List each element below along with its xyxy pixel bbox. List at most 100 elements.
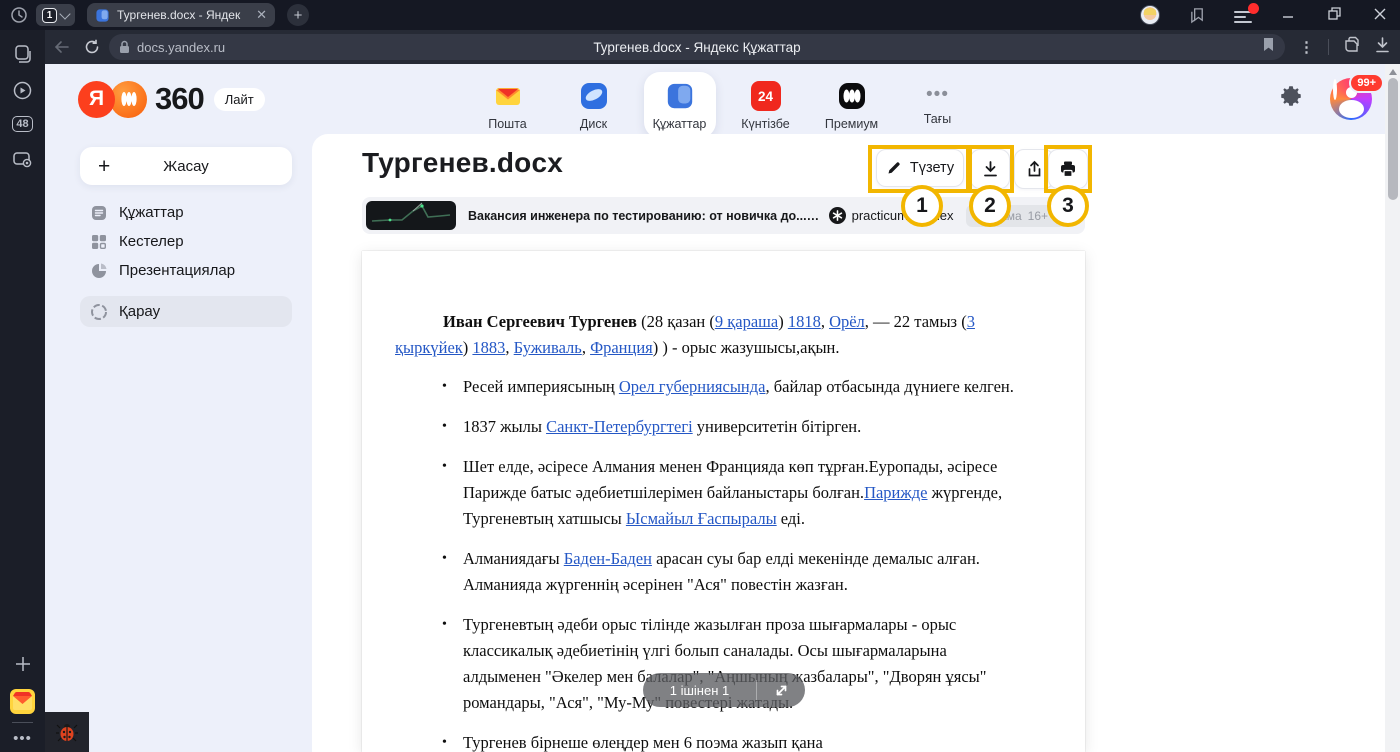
settings-gear-icon[interactable] [1278,83,1304,116]
browser-profile-avatar[interactable] [1140,5,1160,25]
doc-text: Ресей империясының [463,377,619,396]
doc-hyperlink[interactable]: Орел губерниясында [619,377,766,396]
doc-text: (28 қазан ( [637,312,715,331]
close-window-button[interactable] [1370,7,1390,23]
mail-sidebar-icon[interactable] [0,688,45,715]
doc-list-item: • Тургенев бірнеше өлеңдер мен 6 поэма жа… [395,730,1021,752]
bookmark-icon[interactable] [1262,37,1275,57]
docs-app-icon [664,80,696,112]
doc-list-item: •Алманиядағы Баден-Баден арасан суы бар … [395,546,1021,598]
doc-hyperlink[interactable]: Санкт-Петербургтегі [546,417,693,436]
new-tab-button[interactable]: + [287,4,309,26]
more-panel-icon[interactable]: ••• [0,730,45,747]
doc-text: , байлар отбасында дүниеге келген. [765,377,1013,396]
pie-chart-icon [90,262,108,280]
doc-hyperlink[interactable]: 1818 [788,312,821,331]
doc-text: , [505,338,513,357]
ad-thumbnail [366,201,456,230]
app-header: Я 360 Лайт Пошта [45,64,1400,134]
yandex360-logo[interactable]: Я 360 Лайт [78,81,265,118]
restore-button[interactable] [1324,7,1344,23]
fullscreen-expand-icon[interactable] [757,683,805,698]
app-mail[interactable]: Пошта [472,72,544,131]
doc-text: Алманиядағы [463,549,564,568]
sidebar-item-tables[interactable]: Кестелер [80,227,292,256]
sidebar-item-docs[interactable]: Құжаттар [80,198,292,227]
disk-app-icon [578,80,610,112]
create-button[interactable]: + Жасау [80,147,292,185]
mail-app-icon [492,80,524,112]
browser-menu-icon[interactable] [1234,8,1252,22]
collections-icon[interactable] [1343,36,1361,58]
brand-number: 360 [155,81,204,117]
bug-overlay-icon[interactable] [45,712,89,752]
tab-title: Тургенев.docx - Яндек [117,8,249,22]
docs-sidebar: + Жасау Құжаттар [45,134,312,752]
more-apps-icon: ••• [926,90,949,100]
url-bar[interactable]: docs.yandex.ru Тургенев.docx - Яндекс Құ… [109,34,1285,60]
tab-turgenev[interactable]: Тургенев.docx - Яндек ✕ [87,3,275,27]
scrollbar-thumb[interactable] [1388,78,1398,200]
video-icon[interactable] [0,80,45,101]
scrollbar-up-arrow[interactable] [1389,69,1397,75]
document-icon [90,204,108,222]
app-calendar[interactable]: 24 Күнтізбе [730,72,802,131]
page-indicator-text: 1 ішінен 1 [643,683,756,698]
doc-hyperlink[interactable]: 1883 [472,338,505,357]
doc-list-item: •Ресей империясының Орел губерниясында, … [395,374,1021,400]
scrollbar[interactable] [1385,64,1400,752]
table-icon [90,233,108,251]
app-docs[interactable]: Құжаттар [644,72,716,138]
reload-icon[interactable] [79,34,105,60]
history-icon[interactable] [8,4,30,26]
doc-text: , — 22 тамыз ( [865,312,967,331]
doc-text: ) ) - орыс жазушысы,ақын. [653,338,840,357]
bookmarks-panel-icon[interactable] [1186,4,1208,26]
doc-text: , [582,338,590,357]
annotation-circle-2: 2 [969,185,1011,227]
doc-hyperlink[interactable]: Ысмайыл Ғаспыралы [626,509,777,528]
sidebar-badge-48[interactable]: 48 [0,116,45,132]
url-domain: docs.yandex.ru [137,40,225,55]
app-more[interactable]: ••• Тағы [902,72,974,126]
tab-close-icon[interactable]: ✕ [256,7,267,23]
doc-text: еді. [777,509,805,528]
sidebar-item-view[interactable]: Қарау [80,296,292,327]
chevron-down-icon [59,8,70,19]
docs-favicon [95,8,110,23]
downloads-icon[interactable] [1375,37,1390,58]
ad-headline: Вакансия инженера по тестированию: от но… [468,209,821,223]
doc-hyperlink[interactable]: Баден-Баден [564,549,652,568]
bullet-marker: • [442,612,447,638]
share-icon [1026,160,1043,178]
doc-text: Тургенев бірнеше өлеңдер мен 6 поэма жаз… [463,733,823,752]
page-indicator-pill: 1 ішінен 1 [643,673,805,707]
practicum-logo-icon [829,207,846,224]
tab-group-button[interactable]: 1 [36,4,75,26]
doc-hyperlink[interactable]: Орёл [829,312,865,331]
lock-icon [119,40,130,54]
doc-text: ) [463,338,473,357]
add-panel-icon[interactable] [0,655,45,673]
doc-text: , [821,312,829,331]
doc-hyperlink[interactable]: 9 қараша [715,312,778,331]
doc-hyperlink[interactable]: Франция [590,338,653,357]
doc-hyperlink[interactable]: Буживаль [514,338,582,357]
app-premium[interactable]: Премиум [816,72,888,131]
doc-paragraph: Иван Сергеевич Тургенев (28 қазан (9 қар… [395,309,1021,361]
sidebar-item-presentations[interactable]: Презентациялар [80,256,292,285]
bullet-marker: • [442,730,447,752]
minimize-button[interactable] [1278,7,1298,23]
user-avatar[interactable]: 99+ [1330,78,1372,120]
address-toolbar: docs.yandex.ru Тургенев.docx - Яндекс Құ… [45,30,1400,64]
app-disk[interactable]: Диск [558,72,630,131]
bullet-marker: • [442,546,447,572]
kebab-menu-icon[interactable]: ⋮ [1299,38,1314,56]
back-icon[interactable] [49,34,75,60]
tabs-panel-icon[interactable] [0,44,45,64]
screenshot-icon[interactable] [0,150,45,170]
notification-count-badge: 99+ [1349,73,1384,93]
globe-icon [90,303,108,321]
doc-hyperlink[interactable]: Парижде [864,483,927,502]
bullet-marker: • [442,454,447,480]
